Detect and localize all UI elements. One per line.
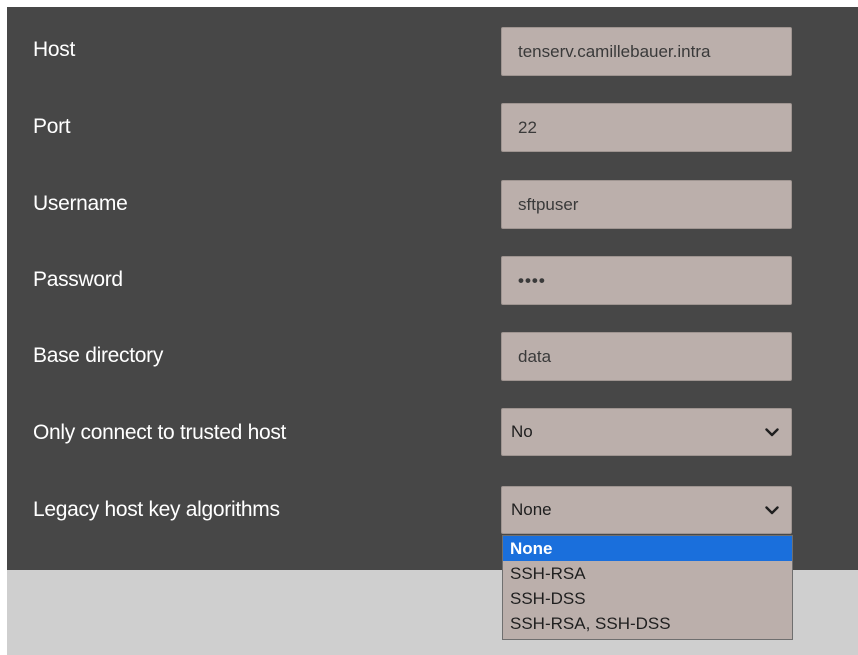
chevron-down-icon: [765, 506, 779, 515]
dropdown-option-ssh-rsa-ssh-dss[interactable]: SSH-RSA, SSH-DSS: [503, 611, 792, 636]
trusted-host-select[interactable]: No: [501, 408, 792, 456]
dropdown-option-none[interactable]: None: [503, 536, 792, 561]
chevron-down-icon: [765, 428, 779, 437]
dropdown-option-ssh-dss[interactable]: SSH-DSS: [503, 586, 792, 611]
port-input[interactable]: 22: [501, 103, 792, 152]
trusted-host-label: Only connect to trusted host: [33, 421, 287, 444]
port-label: Port: [33, 115, 71, 138]
legacy-algorithms-dropdown-list: None SSH-RSA SSH-DSS SSH-RSA, SSH-DSS: [502, 535, 793, 640]
username-label: Username: [33, 192, 128, 215]
host-input[interactable]: tenserv.camillebauer.intra: [501, 27, 792, 76]
legacy-algorithms-label: Legacy host key algorithms: [33, 498, 280, 521]
base-directory-label: Base directory: [33, 344, 164, 367]
base-directory-input[interactable]: data: [501, 332, 792, 381]
password-input[interactable]: ••••: [501, 256, 792, 305]
username-input[interactable]: sftpuser: [501, 180, 792, 229]
legacy-algorithms-select[interactable]: None: [501, 486, 792, 534]
password-label: Password: [33, 268, 123, 291]
dropdown-option-ssh-rsa[interactable]: SSH-RSA: [503, 561, 792, 586]
trusted-host-selected-value: No: [511, 422, 533, 441]
host-label: Host: [33, 38, 75, 61]
legacy-algorithms-selected-value: None: [511, 500, 552, 519]
